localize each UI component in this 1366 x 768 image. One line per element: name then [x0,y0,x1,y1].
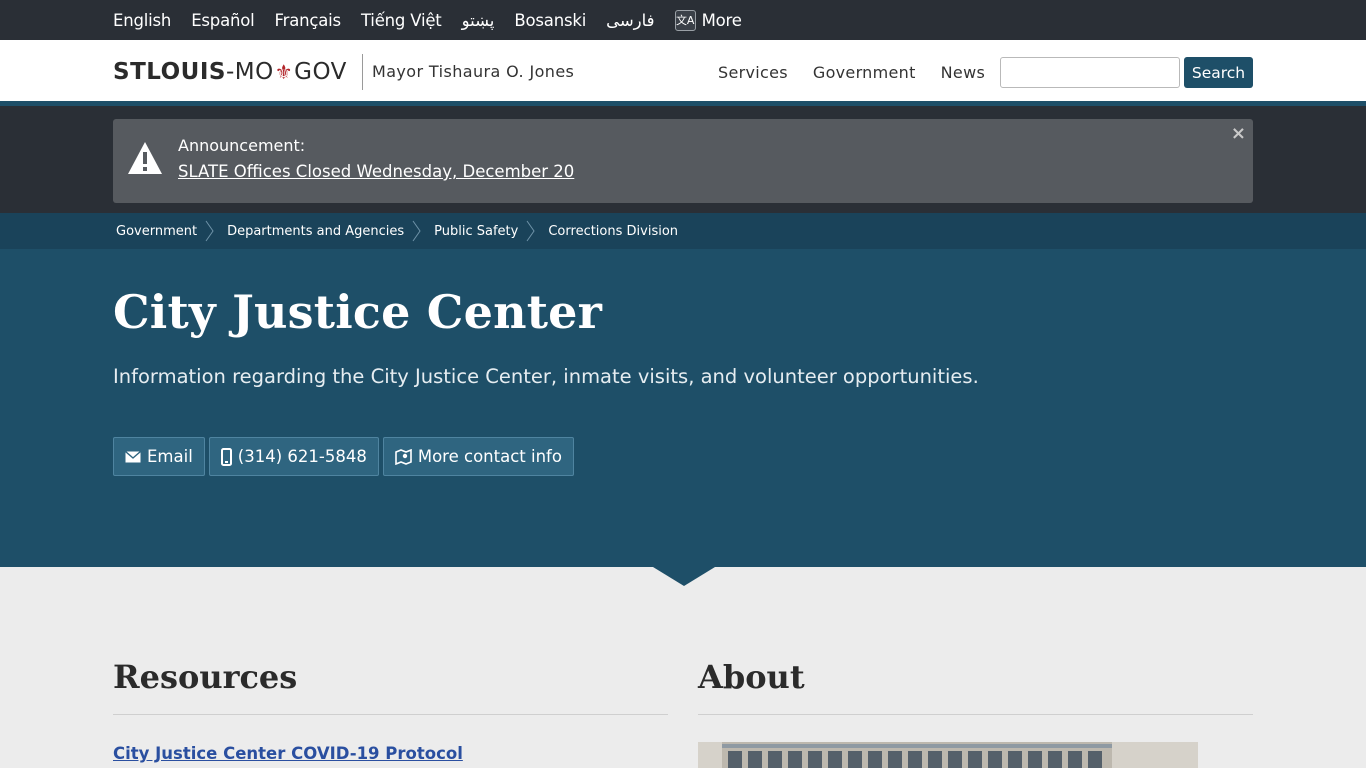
lang-pashto[interactable]: پښتو [462,11,495,30]
breadcrumb-departments[interactable]: Departments and Agencies [227,224,404,239]
announcement-band: Announcement: SLATE Offices Closed Wedne… [0,106,1366,213]
breadcrumb-corrections[interactable]: Corrections Division [548,224,678,239]
contact-buttons: Email (314) 621-5848 More contact info [113,437,574,476]
breadcrumb: Government Departments and Agencies Publ… [0,213,1366,249]
lang-bosanski[interactable]: Bosanski [514,11,586,30]
about-heading: About [698,658,805,696]
chevron-right-icon [205,220,214,242]
site-header: STLOUIS -MO ⚜ GOV Mayor Tishaura O. Jones S… [0,40,1366,106]
phone-button[interactable]: (314) 621-5848 [208,437,379,476]
translate-icon: 文A [674,9,696,31]
lang-english[interactable]: English [113,11,171,30]
site-logo[interactable]: STLOUIS -MO ⚜ GOV [113,59,347,85]
logo-mo: -MO [225,59,274,85]
page-title: City Justice Center [113,285,603,339]
announcement-title: Announcement: [178,136,306,155]
envelope-icon [125,450,141,462]
lang-more-label: More [701,10,742,30]
logo-gov: GOV [294,59,347,85]
resources-heading: Resources [113,658,298,696]
email-button[interactable]: Email [113,437,205,476]
announcement-link[interactable]: SLATE Offices Closed Wednesday, December… [178,162,574,181]
breadcrumb-government[interactable]: Government [116,224,197,239]
lang-espanol[interactable]: Español [191,11,255,30]
search-input[interactable] [1000,57,1180,88]
nav-news[interactable]: News [941,63,985,82]
phone-label: (314) 621-5848 [237,447,367,466]
about-building-image [698,742,1198,768]
more-contact-button[interactable]: More contact info [382,437,574,476]
warning-icon [128,142,162,174]
lang-farsi[interactable]: فارسی [606,11,655,30]
building-photo-placeholder [698,742,1198,768]
header-divider [362,54,363,90]
mayor-link[interactable]: Mayor Tishaura O. Jones [372,62,574,81]
chevron-right-icon [526,220,535,242]
announcement-box: Announcement: SLATE Offices Closed Wedne… [113,119,1253,203]
resource-link-covid-protocol[interactable]: City Justice Center COVID-19 Protocol [113,744,463,763]
nav-services[interactable]: Services [718,63,788,82]
main-nav: Services Government News [718,63,985,82]
logo-stlouis: STLOUIS [113,59,226,85]
lang-vietnamese[interactable]: Tiếng Việt [361,11,442,30]
chevron-right-icon [412,220,421,242]
fleur-de-lis-icon: ⚜ [274,60,294,84]
phone-icon [220,447,232,466]
hero-notch [653,567,715,586]
hero-section: City Justice Center Information regardin… [0,249,1366,567]
about-divider [698,714,1253,715]
email-label: Email [147,447,193,466]
map-icon [395,448,412,465]
breadcrumb-public-safety[interactable]: Public Safety [434,224,518,239]
language-bar: English Español Français Tiếng Việt پښتو… [0,0,1366,40]
more-contact-label: More contact info [417,447,562,466]
page-subtitle: Information regarding the City Justice C… [113,365,979,388]
close-icon[interactable]: × [1231,123,1246,144]
search-button[interactable]: Search [1184,57,1253,88]
lang-francais[interactable]: Français [275,11,342,30]
resources-divider [113,714,668,715]
nav-government[interactable]: Government [813,63,916,82]
lang-more-button[interactable]: 文A More [674,9,742,31]
